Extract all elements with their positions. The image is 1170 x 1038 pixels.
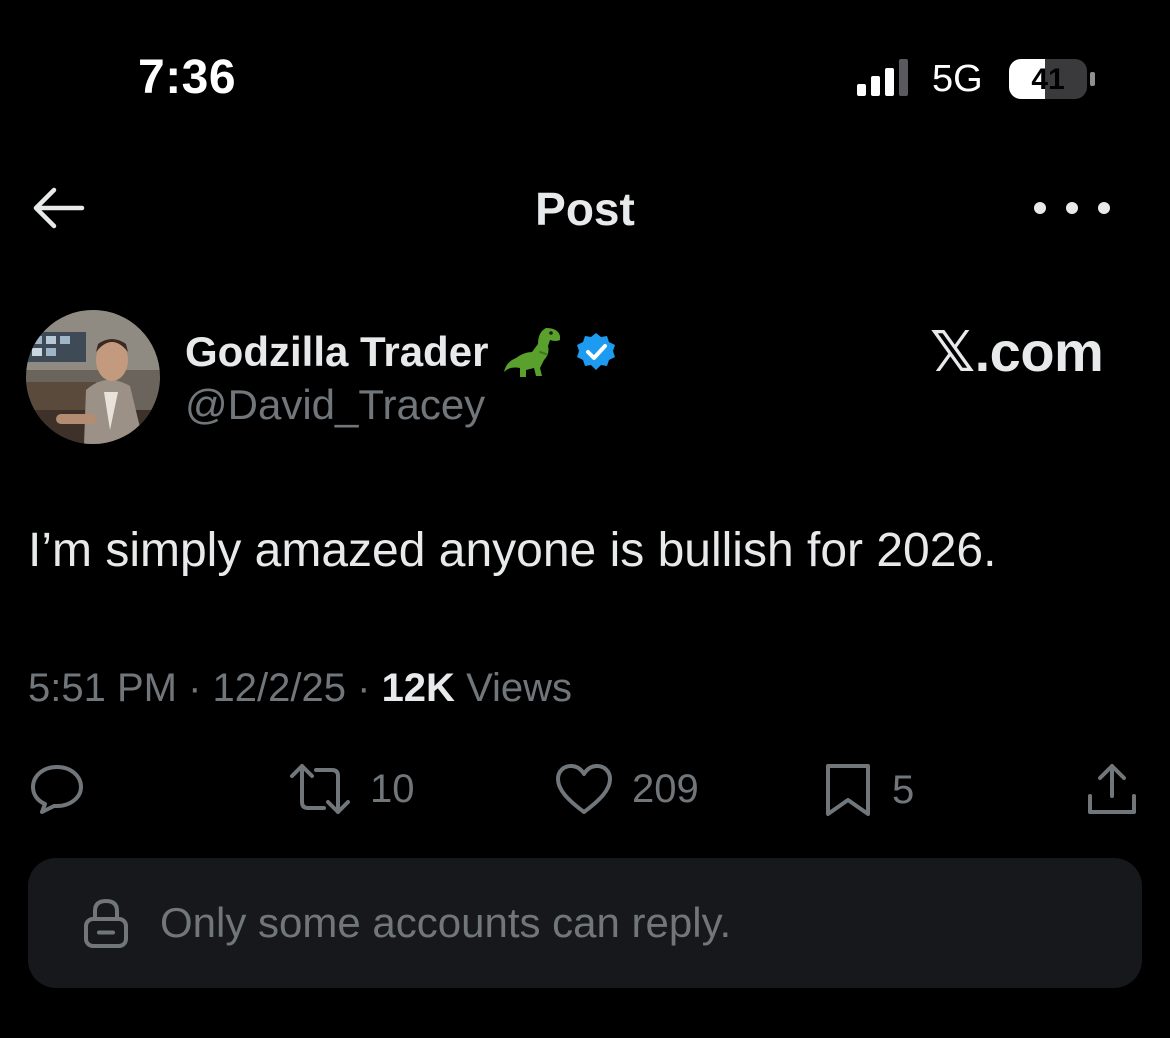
bookmark-button[interactable]: 5 — [822, 762, 914, 818]
watermark: 𝕏.com — [930, 320, 1104, 383]
dinosaur-icon — [504, 328, 561, 377]
meta-separator: · — [357, 666, 382, 710]
avatar[interactable] — [26, 310, 160, 444]
battery-level: 41 — [1031, 63, 1064, 96]
like-button[interactable]: 209 — [554, 762, 699, 816]
meta-separator: · — [188, 666, 213, 710]
views-count[interactable]: 12K — [382, 666, 455, 710]
post-text: I’m simply amazed anyone is bullish for … — [28, 524, 997, 577]
heart-icon — [556, 764, 612, 814]
verified-badge-icon — [577, 333, 616, 370]
page-title: Post — [535, 183, 635, 235]
cellular-signal-icon — [857, 59, 908, 96]
reply-restriction-banner: Only some accounts can reply. — [28, 858, 1142, 988]
post-date: 12/2/25 — [212, 666, 346, 710]
like-count: 209 — [632, 767, 699, 811]
post-time: 5:51 PM — [28, 666, 177, 710]
author-name-row[interactable]: Godzilla Trader — [185, 324, 616, 380]
views-label[interactable]: Views — [466, 666, 572, 710]
bookmark-count: 5 — [892, 768, 915, 812]
share-icon — [1088, 764, 1136, 814]
reply-restriction-text: Only some accounts can reply. — [160, 899, 732, 946]
author-handle[interactable]: @David_Tracey — [185, 380, 485, 430]
ellipsis-icon[interactable] — [1028, 196, 1116, 220]
repost-icon — [290, 764, 350, 814]
reply-button[interactable] — [28, 762, 86, 816]
display-name[interactable]: Godzilla Trader — [185, 327, 488, 377]
repost-count: 10 — [370, 767, 415, 811]
repost-button[interactable]: 10 — [288, 762, 415, 816]
lock-icon — [84, 898, 128, 948]
status-time: 7:36 — [138, 51, 237, 104]
post-meta: 5:51 PM · 12/2/25 · 12K Views — [28, 664, 572, 712]
bookmark-icon — [826, 764, 870, 816]
share-button[interactable] — [1084, 760, 1140, 818]
network-type: 5G — [932, 58, 983, 100]
battery-icon: 41 — [1009, 59, 1095, 99]
reply-icon — [31, 765, 83, 814]
